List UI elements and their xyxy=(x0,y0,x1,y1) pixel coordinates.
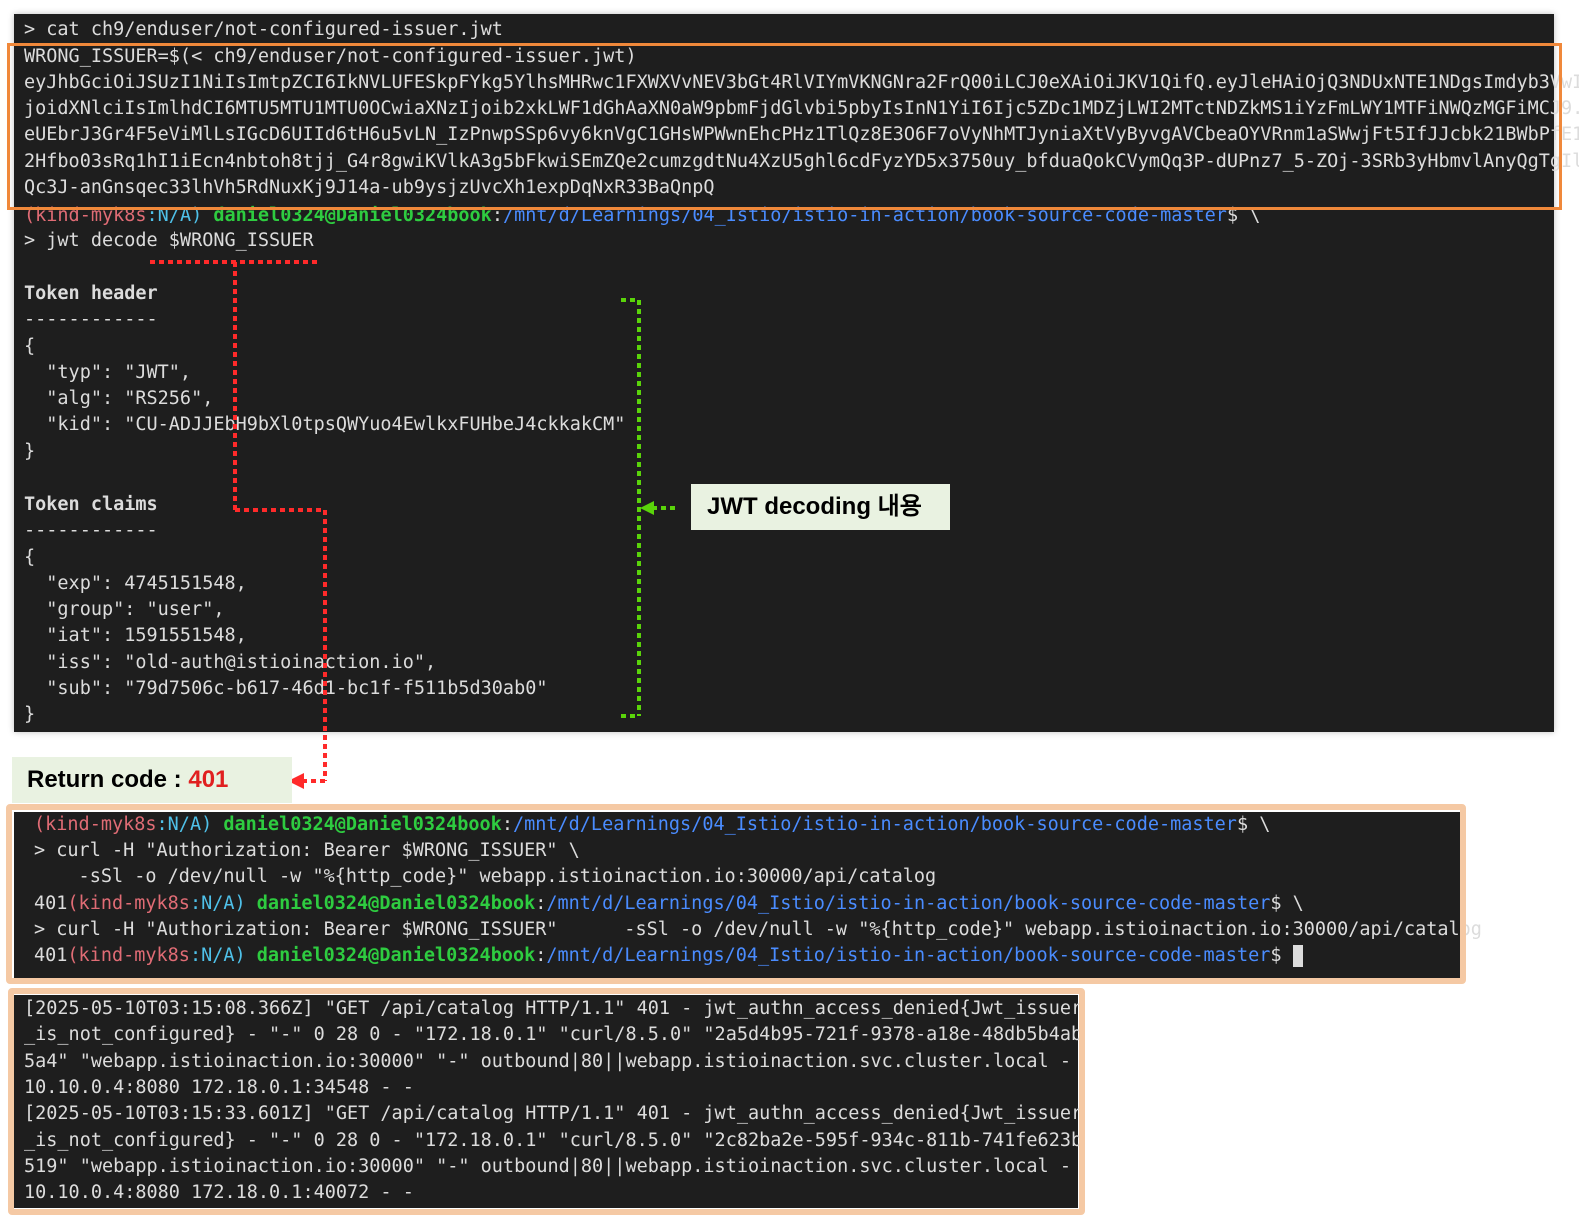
return-code-label: Return code : xyxy=(27,766,189,793)
return-code-value: 401 xyxy=(188,766,229,793)
red-dotted-connector xyxy=(150,260,327,783)
green-arrow-head xyxy=(640,501,654,515)
jwt-decoding-callout: JWT decoding 내용 xyxy=(691,484,950,530)
annotation-overlay xyxy=(150,260,678,789)
return-code-callout: Return code : 401 xyxy=(12,757,292,803)
